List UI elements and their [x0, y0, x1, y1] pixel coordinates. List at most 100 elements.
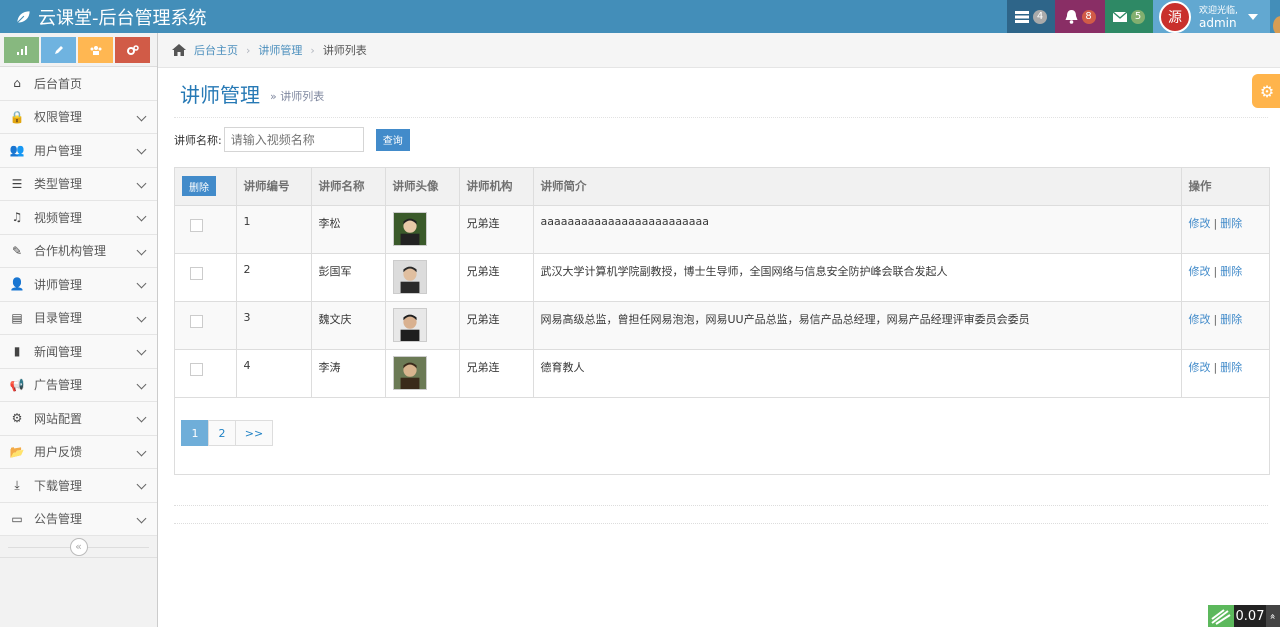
row-checkbox[interactable] [190, 218, 203, 232]
home-icon: ⌂ [13, 76, 21, 91]
sidebar-item[interactable]: ▭ 公告管理 [0, 502, 157, 536]
row-select-cell [175, 301, 237, 350]
delete-link[interactable]: 删除 [1220, 361, 1242, 374]
sidebar-item-label: 权限管理 [34, 110, 83, 125]
sidebar-collapse-bar: « [0, 536, 157, 558]
sidebar-item[interactable]: ⌂ 后台首页 [0, 67, 157, 101]
action-separator: | [1213, 312, 1218, 326]
user-menu[interactable]: 源 欢迎光临, admin [1153, 0, 1270, 33]
breadcrumb-section-link[interactable]: 讲师管理 [258, 42, 302, 58]
edit-link[interactable]: 修改 [1189, 313, 1211, 326]
chevron-down-icon [136, 278, 147, 289]
sidebar-item-label: 用户管理 [34, 143, 83, 158]
bell-icon [1065, 9, 1077, 24]
caret-down-icon [1247, 13, 1258, 20]
sidebar-item[interactable]: ⤓ 下载管理 [0, 469, 157, 503]
sidebar-item-label: 后台首页 [34, 76, 83, 91]
teacher-photo-cell [385, 205, 460, 254]
messages-button[interactable]: 5 [1105, 0, 1153, 33]
teacher-photo-cell [385, 301, 460, 350]
breadcrumb-home-link[interactable]: 后台主页 [194, 42, 238, 58]
sidebar-item-label: 公告管理 [34, 512, 83, 527]
chevron-down-icon [136, 111, 147, 121]
sidebar: ⌂ 后台首页 🔒 权限管理 👥 用户管理 ☰ 类型管理 ♫ 视频管理 ✎ 合作机构管理 👤 讲师管理 ▤ 目录… [0, 33, 158, 627]
lock-icon: 🔒 [9, 109, 25, 124]
sidebar-item-label: 用户反馈 [34, 445, 83, 460]
edit-icon: ✎ [11, 243, 23, 258]
notifications-button[interactable]: 8 [1055, 0, 1105, 33]
table-header-row: 删除 讲师编号 讲师名称 讲师头像 讲师机构 讲师简介 操作 [175, 168, 1269, 206]
shortcut-pencil-button[interactable] [41, 37, 76, 63]
sidebar-item-label: 新闻管理 [34, 344, 83, 359]
sidebar-item-label: 讲师管理 [34, 277, 83, 292]
messages-badge: 5 [1131, 9, 1145, 24]
settings-gear-button[interactable]: ⚙ [1252, 74, 1280, 108]
chevron-down-icon [136, 345, 147, 356]
chevron-down-icon [136, 245, 147, 255]
delete-link[interactable]: 删除 [1220, 217, 1242, 230]
sidebar-item[interactable]: 🔒 权限管理 [0, 100, 157, 134]
tasks-icon [1015, 10, 1029, 23]
page-header: 讲师管理 » 讲师列表 [174, 70, 1268, 118]
table-row: 3 魏文庆 兄弟连 网易高级总监，曾担任网易泡泡，网易UU产品总监，易信产品总经理，网… [175, 301, 1269, 350]
widget-value: 0.07 [1234, 605, 1266, 627]
edit-link[interactable]: 修改 [1189, 361, 1211, 374]
delete-link[interactable]: 删除 [1220, 265, 1242, 278]
page-next-link[interactable]: >> [235, 420, 273, 446]
row-checkbox[interactable] [190, 362, 203, 376]
teacher-photo [392, 211, 427, 246]
teacher-intro: 武汉大学计算机学院副教授，博士生导师，全国网络与信息安全防护峰会联合发起人 [533, 253, 1182, 302]
chevron-down-icon [136, 412, 147, 423]
sidebar-item[interactable]: ✎ 合作机构管理 [0, 234, 157, 268]
file-icon: ▮ [13, 344, 21, 359]
search-button[interactable]: 查询 [375, 128, 410, 151]
teacher-id: 1 [236, 205, 312, 254]
download-icon: ⤓ [14, 477, 20, 492]
shortcut-group-button[interactable] [78, 37, 113, 63]
sidebar-item[interactable]: 📢 广告管理 [0, 368, 157, 402]
sidebar-item[interactable]: 👤 讲师管理 [0, 268, 157, 302]
breadcrumb: 后台主页 › 讲师管理 › 讲师列表 [158, 33, 1280, 68]
teacher-org: 兄弟连 [459, 253, 534, 302]
scroll-up-icon[interactable]: » [1266, 605, 1280, 627]
edit-link[interactable]: 修改 [1189, 217, 1211, 230]
sidebar-item[interactable]: ☰ 类型管理 [0, 167, 157, 201]
shortcut-cogs-button[interactable] [115, 37, 150, 63]
teacher-name: 彭国军 [311, 253, 386, 302]
teacher-org: 兄弟连 [459, 205, 534, 254]
sidebar-item[interactable]: ▮ 新闻管理 [0, 335, 157, 369]
sidebar-item[interactable]: 📂 用户反馈 [0, 435, 157, 469]
shortcut-signal-button[interactable] [4, 37, 39, 63]
gear-icon: ⚙ [1259, 81, 1275, 101]
breadcrumb-current: 讲师列表 [322, 44, 367, 57]
search-input[interactable] [223, 127, 364, 152]
sidebar-item[interactable]: ▤ 目录管理 [0, 301, 157, 335]
divider [174, 523, 1268, 524]
sidebar-nav: ⌂ 后台首页 🔒 权限管理 👥 用户管理 ☰ 类型管理 ♫ 视频管理 ✎ 合作机构管理 👤 讲师管理 ▤ 目录… [0, 67, 157, 536]
signal-icon [16, 45, 27, 55]
user-icon: 👤 [9, 277, 25, 292]
sidebar-item[interactable]: ⚙ 网站配置 [0, 402, 157, 436]
delete-link[interactable]: 删除 [1220, 313, 1242, 326]
leaf-icon [16, 10, 31, 24]
edit-link[interactable]: 修改 [1189, 265, 1211, 278]
row-actions: 修改 | 删除 [1181, 253, 1269, 302]
list-icon: ☰ [11, 176, 23, 191]
teacher-photo-cell [385, 253, 460, 302]
row-checkbox[interactable] [190, 266, 203, 280]
tasks-button[interactable]: 4 [1007, 0, 1055, 33]
credit-card-icon: ▭ [11, 511, 23, 526]
batch-delete-button[interactable]: 删除 [182, 176, 216, 197]
row-actions: 修改 | 删除 [1181, 349, 1269, 398]
page-link-1[interactable]: 1 [181, 420, 209, 446]
action-separator: | [1213, 264, 1218, 278]
sidebar-item[interactable]: ♫ 视频管理 [0, 201, 157, 235]
row-checkbox[interactable] [190, 314, 203, 328]
collapse-icon[interactable]: « [69, 537, 88, 556]
page-link-2[interactable]: 2 [208, 420, 236, 446]
teacher-name: 李松 [311, 205, 386, 254]
column-header-intro: 讲师简介 [533, 168, 1182, 206]
sidebar-item[interactable]: 👥 用户管理 [0, 134, 157, 168]
sidebar-item-label: 合作机构管理 [34, 244, 107, 259]
brand[interactable]: 云课堂-后台管理系统 [14, 4, 207, 30]
